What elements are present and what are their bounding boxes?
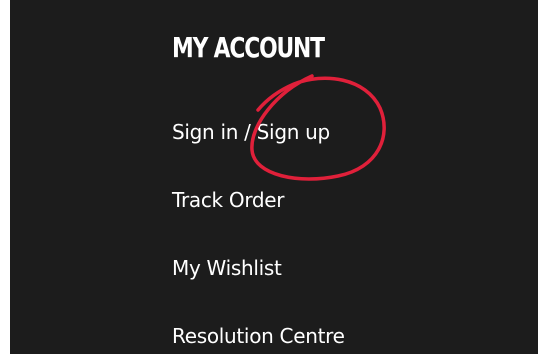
track-order-link[interactable]: Track Order (172, 190, 285, 210)
my-wishlist-link[interactable]: My Wishlist (172, 258, 282, 278)
my-account-heading: MY ACCOUNT (172, 31, 325, 64)
screenshot-frame: MY ACCOUNT Sign in / Sign up Track Order… (0, 0, 538, 354)
sign-in-sign-up-link[interactable]: Sign in / Sign up (172, 122, 330, 142)
resolution-centre-link[interactable]: Resolution Centre (172, 326, 345, 346)
